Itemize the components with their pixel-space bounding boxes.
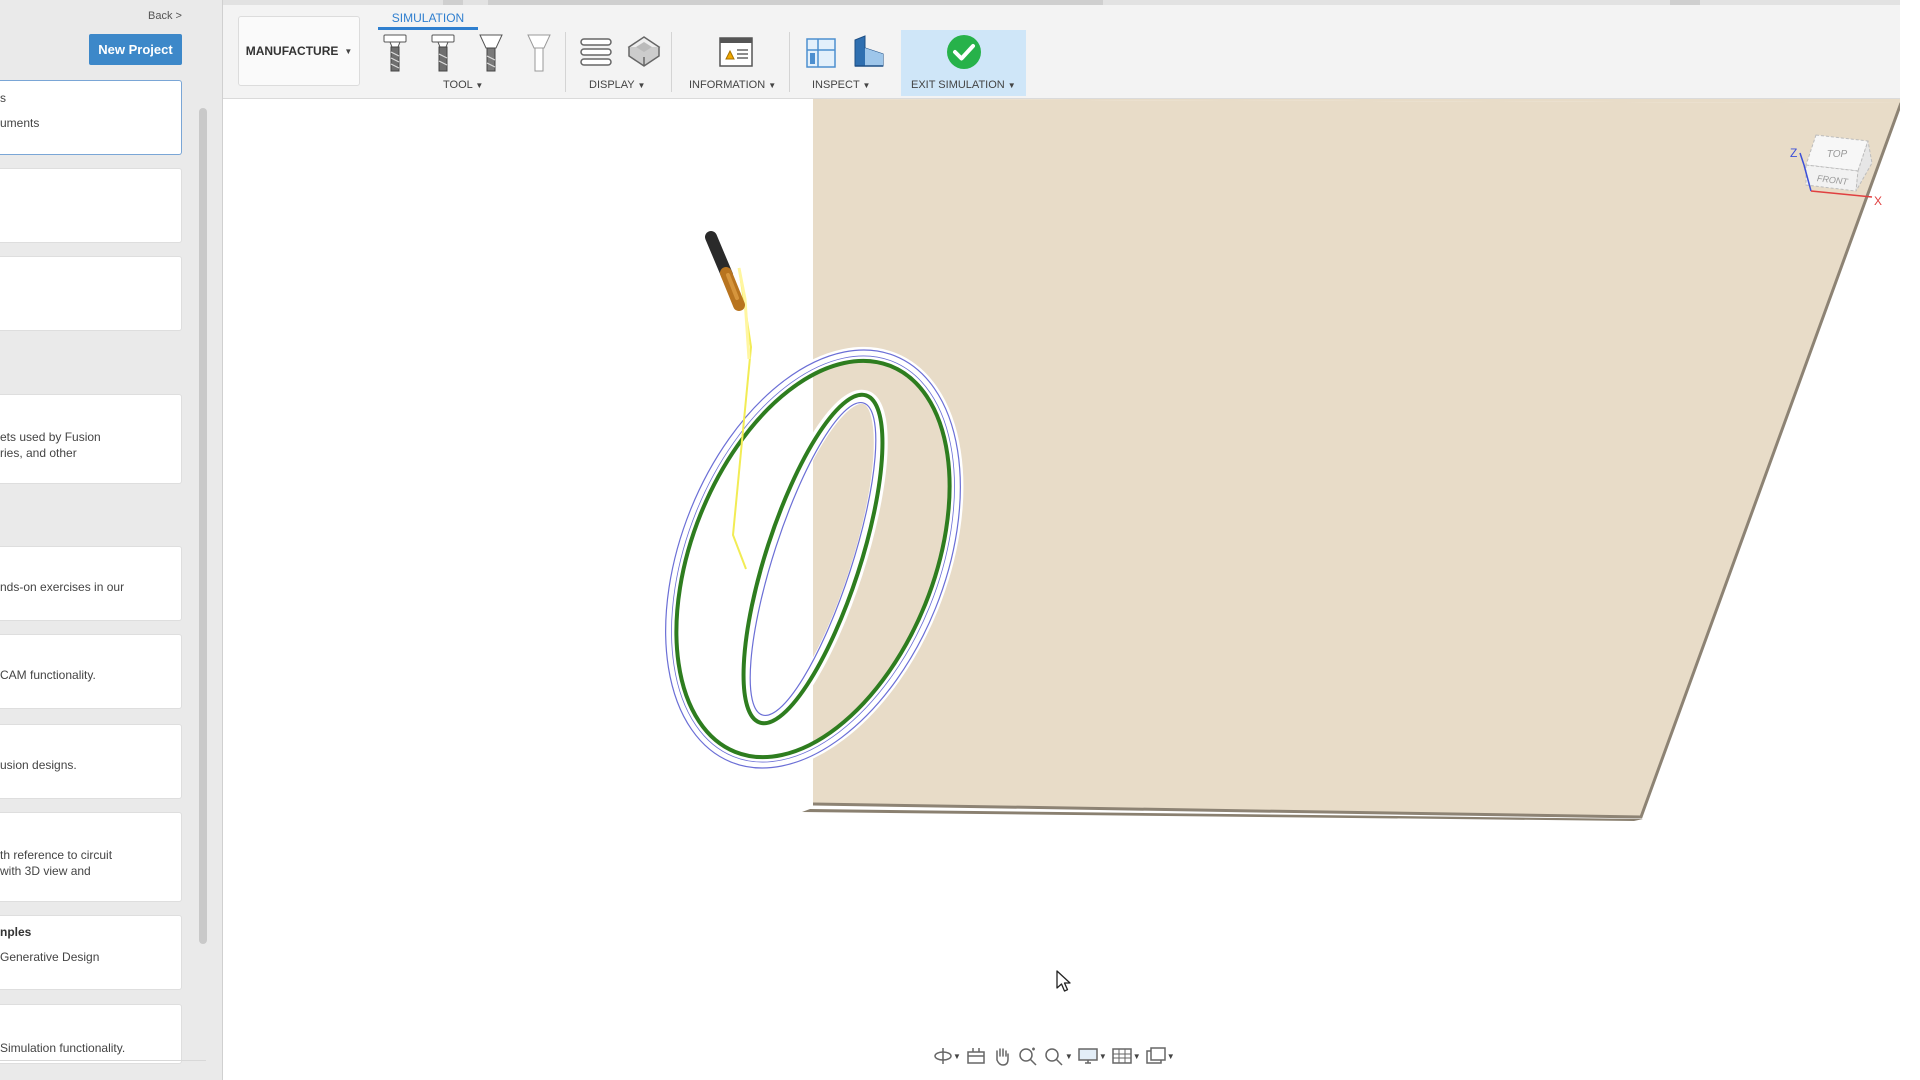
- viewports-icon: [1145, 1047, 1166, 1064]
- chevron-down-icon: ▼: [953, 1051, 961, 1061]
- axis-x-label: X: [1874, 194, 1882, 208]
- exit-simulation-label: EXIT SIMULATION: [911, 79, 1005, 91]
- stock-plate: [813, 99, 1900, 817]
- chevron-down-icon: ▼: [1132, 1051, 1141, 1061]
- grid-settings-button[interactable]: ▼: [1111, 1046, 1141, 1066]
- project-card[interactable]: ets used by Fusion ries, and other: [0, 394, 182, 484]
- divider: [565, 32, 566, 92]
- axis-z-line: [1799, 152, 1805, 166]
- display-menu-label: DISPLAY: [589, 79, 635, 91]
- viewports-button[interactable]: ▼: [1145, 1046, 1175, 1066]
- information-menu[interactable]: INFORMATION ▼: [689, 79, 776, 91]
- look-at-icon: [967, 1048, 985, 1064]
- view-cube[interactable]: TOP FRONT Z X: [1776, 127, 1886, 227]
- chevron-down-icon: ▼: [475, 81, 484, 90]
- tool-flat-end-mill-icon[interactable]: [381, 34, 409, 74]
- card-description: CAM functionality.: [0, 668, 96, 682]
- tab-strip: [223, 0, 1920, 5]
- chevron-down-icon: ▼: [637, 81, 646, 90]
- project-card[interactable]: th reference to circuit with 3D view and: [0, 812, 182, 902]
- project-card[interactable]: nples Generative Design: [0, 915, 182, 990]
- chevron-down-icon: ▼: [1166, 1051, 1175, 1061]
- measure-icon[interactable]: [804, 36, 838, 70]
- zoom-icon: [1019, 1047, 1037, 1066]
- card-description: Generative Design: [0, 950, 100, 964]
- tool-menu-label: TOOL: [443, 79, 473, 91]
- card-description: ets used by Fusion: [0, 430, 101, 444]
- tab-simulation[interactable]: SIMULATION: [378, 6, 478, 30]
- data-panel: Back > New Project s uments ets used by …: [0, 0, 223, 1080]
- grid-icon: [1112, 1048, 1132, 1064]
- checkmark-icon: [947, 35, 981, 69]
- tool-ball-end-mill-icon[interactable]: [429, 34, 457, 74]
- rapid-move-highlight: [737, 267, 751, 360]
- divider: [0, 1060, 206, 1061]
- pan-button[interactable]: [991, 1046, 1013, 1066]
- look-at-button[interactable]: [965, 1046, 987, 1066]
- orbit-button[interactable]: ▼: [933, 1046, 961, 1066]
- project-card[interactable]: nds-on exercises in our: [0, 546, 182, 621]
- chevron-down-icon: ▼: [862, 81, 871, 90]
- project-card[interactable]: CAM functionality.: [0, 634, 182, 709]
- workspace-label: MANUFACTURE: [245, 44, 339, 58]
- new-project-button[interactable]: New Project: [89, 34, 182, 65]
- card-title: nples: [0, 925, 32, 939]
- information-icon[interactable]: [718, 36, 754, 68]
- divider: [789, 32, 790, 92]
- chevron-down-icon: ▼: [1007, 81, 1016, 90]
- zoom-fit-icon: [1045, 1048, 1063, 1066]
- project-card[interactable]: Simulation functionality.: [0, 1004, 182, 1064]
- section-analysis-icon[interactable]: [851, 34, 887, 70]
- fit-button[interactable]: ▼: [1043, 1046, 1073, 1066]
- axis-z-label: Z: [1790, 146, 1797, 160]
- inspect-menu-label: INSPECT: [812, 79, 860, 91]
- axis-x-line: [1810, 190, 1873, 198]
- view-cube-top-label: TOP: [1827, 149, 1848, 160]
- project-card[interactable]: [0, 256, 182, 331]
- tool-shank-icon[interactable]: [525, 34, 553, 74]
- tool-holder-icon[interactable]: [477, 34, 505, 74]
- card-description: Simulation functionality.: [0, 1041, 126, 1055]
- card-description: ries, and other: [0, 446, 77, 460]
- back-link[interactable]: Back >: [148, 10, 182, 22]
- card-description: usion designs.: [0, 758, 77, 772]
- workspace-switcher[interactable]: MANUFACTURE ▼: [238, 16, 360, 86]
- chevron-down-icon: ▼: [768, 81, 777, 90]
- tool-menu[interactable]: TOOL ▼: [443, 79, 483, 91]
- simulation-scene: [662, 99, 1900, 821]
- 3d-viewport[interactable]: TOP FRONT Z X ▼ ▼ ▼ ▼ ▼: [223, 99, 1920, 1080]
- toolpath-display-icon[interactable]: [579, 36, 613, 68]
- project-card[interactable]: usion designs.: [0, 724, 182, 799]
- card-description: with 3D view and: [0, 864, 91, 878]
- hand-icon: [996, 1048, 1009, 1066]
- card-description: th reference to circuit: [0, 848, 113, 862]
- monitor-icon: [1078, 1048, 1098, 1064]
- cutting-tool: [705, 231, 745, 311]
- card-title: s: [0, 91, 6, 105]
- card-description: uments: [0, 116, 40, 130]
- card-description: nds-on exercises in our: [0, 580, 125, 594]
- navigation-bar: ▼ ▼ ▼ ▼ ▼: [933, 1041, 1188, 1071]
- project-card[interactable]: [0, 168, 182, 243]
- chevron-down-icon: ▼: [344, 46, 353, 56]
- mouse-cursor-icon: [1056, 970, 1071, 992]
- scrollbar[interactable]: [199, 108, 207, 944]
- zoom-button[interactable]: [1017, 1046, 1039, 1066]
- inspect-menu[interactable]: INSPECT ▼: [812, 79, 870, 91]
- toolbar: MANUFACTURE ▼ SIMULATION TOOL ▼ DISPLAY …: [223, 0, 1920, 99]
- project-card[interactable]: s uments: [0, 80, 182, 155]
- exit-simulation-button[interactable]: EXIT SIMULATION ▼: [901, 30, 1026, 96]
- orbit-icon: [934, 1048, 952, 1064]
- display-menu[interactable]: DISPLAY ▼: [589, 79, 645, 91]
- divider: [671, 32, 672, 92]
- exit-simulation-label-wrap: EXIT SIMULATION ▼: [911, 79, 1016, 91]
- stock-display-icon[interactable]: [626, 34, 662, 70]
- information-menu-label: INFORMATION: [689, 79, 766, 91]
- chevron-down-icon: ▼: [1064, 1051, 1073, 1061]
- display-settings-button[interactable]: ▼: [1077, 1046, 1107, 1066]
- window-edge: [1900, 0, 1920, 1080]
- chevron-down-icon: ▼: [1098, 1051, 1107, 1061]
